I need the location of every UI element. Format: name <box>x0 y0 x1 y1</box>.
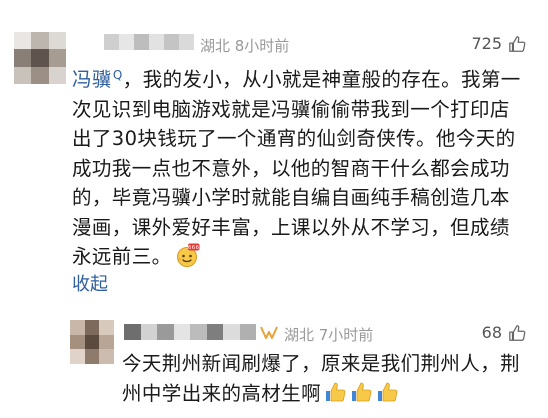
thumbs-up-icon <box>509 35 526 52</box>
comment-text: 今天荆州新闻刷爆了，原来是我们荆州人，荆州中学出来的高材生啊 <box>122 352 521 405</box>
comment-text: 冯骥Q，我的发小，从小就是神童般的存在。我第一次见识到电脑游戏就是冯骥偷偷带我到… <box>72 68 521 268</box>
like-count: 725 <box>471 34 502 53</box>
username[interactable] <box>104 34 194 50</box>
thumbs-up-emoji <box>352 382 372 401</box>
666-face-emoji: 666 <box>176 243 200 267</box>
like-count: 68 <box>481 323 502 342</box>
mention-link[interactable]: 冯骥Q <box>72 68 123 91</box>
avatar[interactable] <box>14 32 66 84</box>
comment-location-time: 湖北 8小时前 <box>200 37 290 55</box>
username[interactable] <box>124 324 256 340</box>
thumbs-up-icon <box>509 324 526 341</box>
svg-text:666: 666 <box>187 245 199 251</box>
like-button[interactable]: 725 <box>471 34 526 53</box>
verified-badge-icon <box>260 326 278 339</box>
avatar[interactable] <box>70 320 114 364</box>
like-button[interactable]: 68 <box>482 323 526 342</box>
thumbs-up-emoji <box>378 382 398 401</box>
collapse-link[interactable]: 收起 <box>72 270 108 296</box>
thumbs-up-emoji <box>326 382 346 401</box>
comment-location-time: 湖北 7小时前 <box>284 326 374 344</box>
search-icon: Q <box>112 68 123 82</box>
